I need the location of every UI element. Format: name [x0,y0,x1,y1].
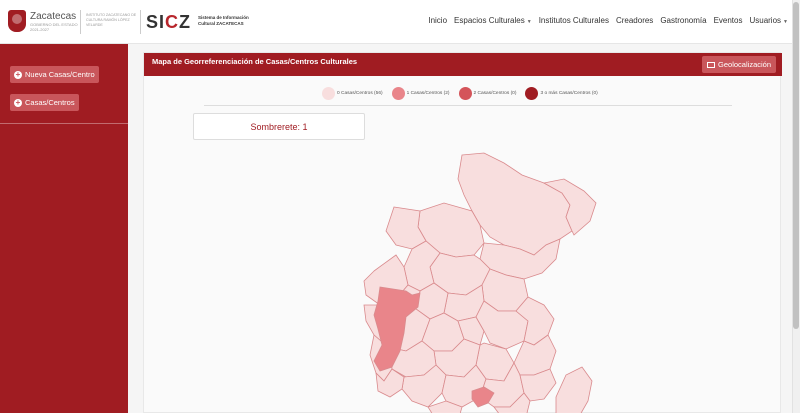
sicz-logo-post: Z [179,12,192,32]
legend-swatch [525,87,539,100]
municipality-region [555,366,593,413]
map-card: Mapa de Georreferenciación de Casas/Cent… [143,52,782,413]
logo-divider [140,10,141,34]
geolocation-button[interactable]: Geolocalización [702,56,776,73]
scrollbar[interactable] [792,0,800,413]
nav-item-eventos[interactable]: Eventos [714,16,743,25]
legend-label: 0 Casas/Centros (56) [337,91,383,96]
button-label: Geolocalización [718,60,771,69]
sicz-title: Sistema de Información Cultural ZACATECA… [198,15,249,26]
legend-label: 1 Casas/Centros (2) [406,91,450,96]
nav-item-label: Usuarios [749,16,782,25]
nav-item-usuarios[interactable]: Usuarios ▼ [749,16,788,25]
map-legend: 0 Casas/Centros (56) 1 Casas/Centros (2)… [322,87,598,100]
nav-item-inicio[interactable]: Inicio [428,16,447,25]
button-label: Nueva Casas/Centro [25,70,95,79]
gov-name: Zacatecas [30,11,77,22]
legend-divider [204,105,732,106]
municipality-info-box: Sombrerete: 1 [193,113,365,140]
nav-item-creadores[interactable]: Creadores [616,16,653,25]
plus-circle-icon: + [14,97,22,107]
sicz-logo-accent: C [165,12,180,32]
main-nav: Inicio Espacios Culturales ▼ Institutos C… [428,16,788,25]
map-icon [707,61,716,68]
legend-swatch [458,87,472,100]
caret-down-icon: ▼ [783,19,788,25]
legend-item: 0 Casas/Centros (56) [322,87,383,100]
sidebar: + Nueva Casas/Centro + Casas/Centros [0,44,128,413]
card-header: Mapa de Georreferenciación de Casas/Cent… [144,53,782,76]
sicz-logo-pre: SI [146,12,166,32]
legend-swatch [322,87,335,100]
sicz-logo[interactable]: SICZ [146,12,191,33]
zacatecas-shield-logo [8,10,26,32]
legend-label: 2 Casas/Centros (0) [473,91,517,96]
button-label: Casas/Centros [25,98,75,107]
legend-item: 2 Casas/Centros (0) [458,87,517,100]
top-navbar: Zacatecas GOBIERNO DEL ESTADO 2021-2027 … [0,0,800,44]
gov-subtitle: GOBIERNO DEL ESTADO 2021-2027 [30,22,78,32]
secretaria-text: INSTITUTO ZACATECANO DE CULTURA RAMÓN LÓ… [86,13,137,27]
new-casa-centro-button[interactable]: + Nueva Casas/Centro [10,66,99,83]
casas-centros-button[interactable]: + Casas/Centros [10,94,79,111]
legend-swatch [391,87,405,100]
legend-label: 3 o más Casas/Centros (0) [540,91,598,96]
nav-item-institutos-culturales[interactable]: Institutos Culturales [539,16,609,25]
nav-item-espacios-culturales[interactable]: Espacios Culturales ▼ [454,16,532,25]
caret-down-icon: ▼ [526,19,532,25]
legend-item: 1 Casas/Centros (2) [391,87,450,100]
legend-item: 3 o más Casas/Centros (0) [525,87,598,100]
card-title: Mapa de Georreferenciación de Casas/Cent… [152,57,358,66]
sidebar-divider [0,123,128,124]
main-content: Mapa de Georreferenciación de Casas/Cent… [128,44,792,413]
logo-divider [80,10,81,34]
nav-item-label: Espacios Culturales [454,16,525,25]
zacatecas-municipalities-map[interactable] [334,145,614,413]
nav-item-gastronomia[interactable]: Gastronomía [660,16,706,25]
plus-circle-icon: + [14,69,22,79]
scrollbar-thumb[interactable] [793,2,799,329]
